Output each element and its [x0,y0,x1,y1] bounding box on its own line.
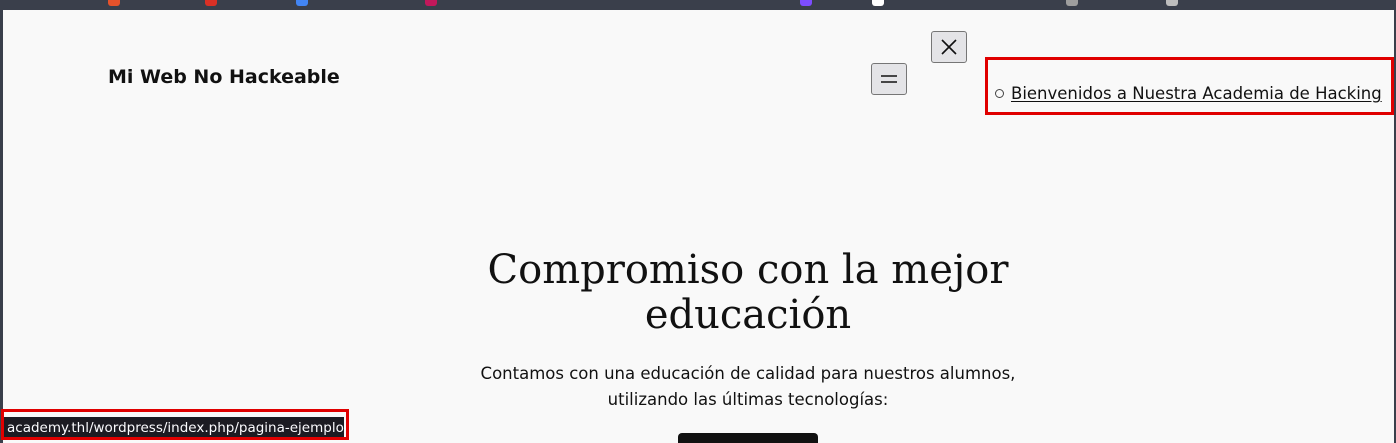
hero-description-line: utilizando las últimas tecnologías: [607,390,889,409]
bookmark-icon[interactable] [1166,0,1178,6]
hamburger-icon [881,75,897,83]
bookmark-icon[interactable] [425,0,437,6]
bookmark-icon[interactable] [872,0,884,6]
menu-toggle-button[interactable] [871,63,907,95]
bookmark-icon[interactable] [108,0,120,6]
bookmark-icon[interactable] [205,0,217,6]
hero-description-line: Contamos con una educación de calidad pa… [480,364,1016,383]
status-bar-highlight-box [1,409,349,440]
hero-heading: Compromiso con la mejor educación [448,248,1048,338]
bookmark-icon[interactable] [296,0,308,6]
site-title[interactable]: Mi Web No Hackeable [108,66,340,88]
hero-heading-line: educación [644,292,852,338]
bookmark-icon[interactable] [800,0,812,6]
close-icon [941,39,957,55]
bookmarks-toolbar [0,0,1396,10]
hero-cta-button[interactable] [678,433,818,443]
hero-heading-line: Compromiso con la mejor [487,247,1009,293]
close-menu-button[interactable] [931,31,967,63]
hero-description: Contamos con una educación de calidad pa… [448,361,1048,413]
nav-link-bienvenidos[interactable]: Bienvenidos a Nuestra Academia de Hackin… [1011,84,1382,103]
nav-list-item: Bienvenidos a Nuestra Academia de Hackin… [995,84,1382,103]
bookmark-icon[interactable] [1066,0,1078,6]
circle-bullet-icon [995,89,1004,98]
